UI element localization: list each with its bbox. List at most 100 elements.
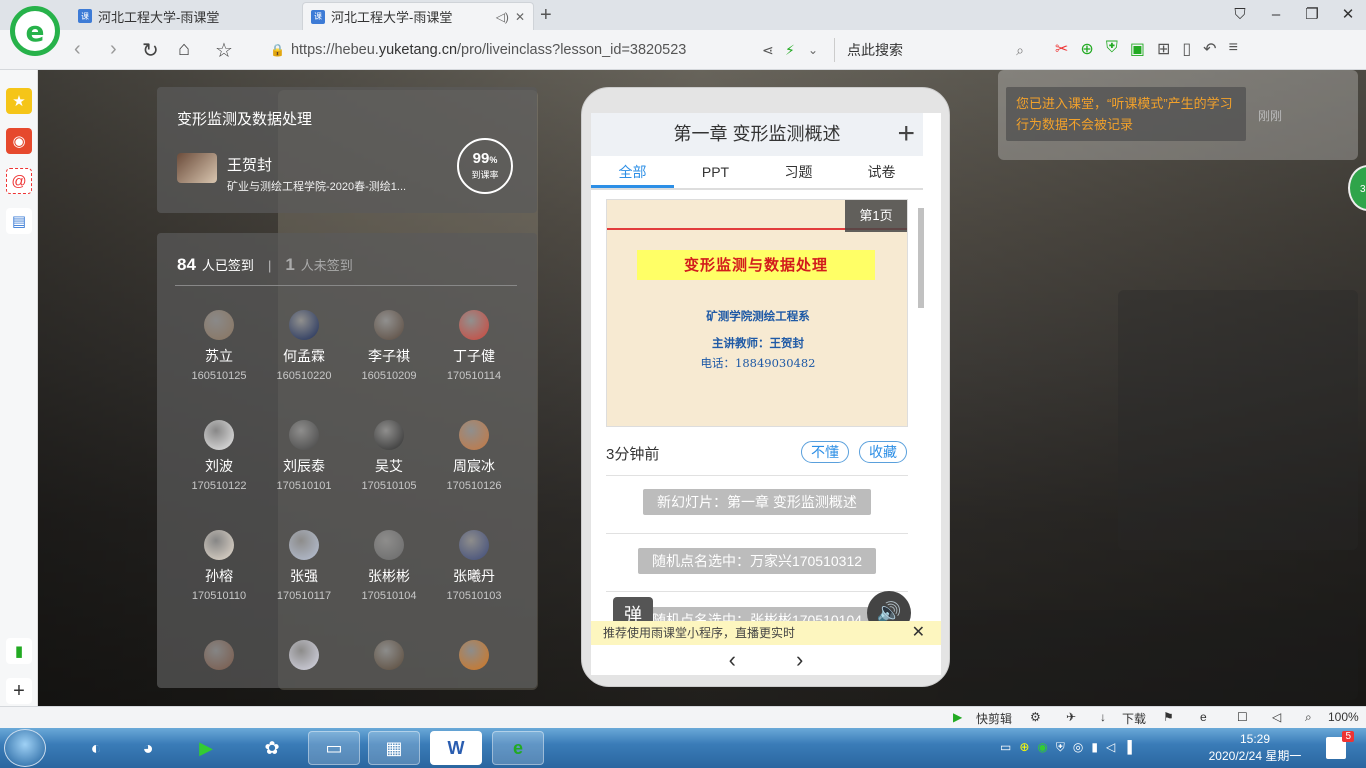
student-avatar <box>289 420 319 450</box>
sound-icon[interactable]: ◁ <box>1272 710 1281 724</box>
taskbar-app-word-icon[interactable]: W <box>430 731 482 765</box>
zoom-icon[interactable]: ⌕ <box>1305 710 1312 725</box>
notification-icon[interactable]: 5 <box>1326 731 1354 759</box>
student-id: 170510101 <box>276 480 332 492</box>
ie-icon[interactable]: e <box>1200 710 1207 724</box>
tab-exercise[interactable]: 习题 <box>757 156 840 188</box>
download-icon[interactable]: ↓ <box>1100 710 1106 724</box>
unsigned-count[interactable]: 1 <box>285 255 294 275</box>
tab-2[interactable]: 课 河北工程大学-雨课堂 ◁) ✕ <box>302 2 534 30</box>
student-item: 丁子健 170510114 <box>434 310 514 382</box>
collect-button[interactable]: 收藏 <box>859 441 907 463</box>
next-button[interactable]: › <box>796 645 803 675</box>
browser-logo[interactable]: e <box>10 6 60 56</box>
student-name: 刘辰泰 <box>283 458 325 474</box>
scrollbar-thumb[interactable] <box>918 208 924 308</box>
favorites-icon[interactable]: ★ <box>6 88 32 114</box>
restore-button[interactable]: ❐ <box>1294 0 1330 30</box>
taskbar-app-browser-icon[interactable]: ◕ <box>122 731 174 765</box>
shirt-icon[interactable]: ⛉ <box>1222 0 1258 30</box>
minimize-button[interactable]: – <box>1258 0 1294 30</box>
gamepad-icon[interactable]: ▣ <box>1130 39 1145 59</box>
unclear-button[interactable]: 不懂 <box>801 441 849 463</box>
email-icon[interactable]: @ <box>6 168 32 194</box>
capture-label[interactable]: 快剪辑 <box>976 710 1012 727</box>
battery-icon[interactable]: ▮ <box>1091 740 1098 755</box>
search-input[interactable]: 点此搜索 ⌕ <box>834 38 1034 62</box>
taskbar-app-explorer-icon[interactable]: ▭ <box>308 731 360 765</box>
star-icon[interactable]: ☆ <box>215 38 233 63</box>
flag-icon[interactable]: ⚑ <box>1163 710 1174 724</box>
mute-icon[interactable]: ◁) <box>496 10 509 24</box>
url-path: /pro/liveinclass?lesson_id=3820523 <box>457 42 687 58</box>
weibo-icon[interactable]: ◉ <box>6 128 32 154</box>
student-name: 何孟霖 <box>283 348 325 364</box>
url-domain: yuketang.cn <box>378 42 458 58</box>
slide-thumbnail[interactable]: 第1页 变形监测与数据处理 矿测学院测绘工程系 主讲教师：王贺封 电话：1884… <box>606 199 908 427</box>
forward-icon[interactable]: › <box>110 38 117 61</box>
keyboard-icon[interactable]: ▭ <box>1000 740 1011 755</box>
window-icon[interactable]: ☐ <box>1237 710 1248 724</box>
unsigned-label[interactable]: 人未签到 <box>301 255 353 274</box>
shield-icon[interactable]: ⛨ <box>1106 39 1118 59</box>
volume-icon[interactable]: ◁ <box>1106 740 1115 755</box>
student-avatar <box>459 310 489 340</box>
search-icon[interactable]: ⌕ <box>1016 42 1024 59</box>
taskbar-app-baidu-icon[interactable]: ✿ <box>246 731 298 765</box>
tab-1[interactable]: 课 河北工程大学-雨课堂 <box>70 2 302 30</box>
download-label[interactable]: 下载 <box>1122 710 1146 727</box>
pin-icon[interactable]: ✈ <box>1066 710 1076 724</box>
refresh-icon[interactable]: ↻ <box>142 38 159 63</box>
zoom-level[interactable]: 100% <box>1328 710 1359 724</box>
close-icon[interactable]: ✕ <box>912 621 925 645</box>
close-button[interactable]: ✕ <box>1330 0 1366 30</box>
360-icon[interactable]: ◉ <box>1037 740 1047 755</box>
divider <box>606 475 908 476</box>
browser-sidebar: ★ ◉ @ ▤ ▮ + <box>0 70 38 706</box>
student-avatar <box>204 640 234 670</box>
network-icon[interactable]: ◎ <box>1073 740 1083 755</box>
taskbar-app-360browser-icon[interactable]: e <box>492 731 544 765</box>
prev-button[interactable]: ‹ <box>729 645 736 675</box>
signin-header: 84 人已签到 | 1 人未签到 <box>177 255 353 275</box>
add-icon[interactable]: ⊕ <box>1019 740 1029 755</box>
tab-exam[interactable]: 试卷 <box>840 156 923 188</box>
shield-icon[interactable]: ⛨ <box>1056 740 1065 755</box>
tab-ppt[interactable]: PPT <box>674 156 757 188</box>
new-tab-button[interactable]: + <box>540 4 552 27</box>
student-name: 张强 <box>290 568 318 584</box>
tab-all[interactable]: 全部 <box>591 156 674 188</box>
teacher-avatar <box>177 153 217 183</box>
add-icon[interactable]: + <box>6 678 32 704</box>
apps-icon[interactable]: ⊞ <box>1157 39 1170 59</box>
document-icon[interactable]: ▤ <box>6 208 32 234</box>
scissors-icon[interactable]: ✂ <box>1055 39 1068 59</box>
student-name: 丁子健 <box>453 348 495 364</box>
signal-icon[interactable]: ▐ <box>1123 740 1132 755</box>
lightning-icon[interactable]: ⚡ <box>785 42 795 59</box>
back-icon[interactable]: ‹ <box>74 38 81 61</box>
start-button[interactable] <box>4 729 46 767</box>
student-avatar <box>374 420 404 450</box>
settings-icon[interactable]: ⚙ <box>1030 710 1041 724</box>
student-avatar <box>289 530 319 560</box>
clock[interactable]: 15:29 2020/2/24 星期一 <box>1200 731 1310 765</box>
clipboard-icon[interactable]: ▮ <box>6 638 32 664</box>
event-item: 新幻灯片：第一章 变形监测概述 <box>591 489 923 515</box>
side-badge[interactable]: 37 <box>1348 165 1366 211</box>
address-bar[interactable]: 🔒 https://hebeu. yuketang.cn/pro/liveincl… <box>270 39 750 61</box>
play-icon[interactable]: ▶ <box>953 710 962 724</box>
undo-icon[interactable]: ↶ <box>1203 39 1216 59</box>
home-icon[interactable]: ⌂ <box>178 38 190 61</box>
taskbar-app-office-icon[interactable]: ▦ <box>368 731 420 765</box>
phone-icon[interactable]: ▯ <box>1182 39 1191 59</box>
taskbar-app-player-icon[interactable]: ▶ <box>180 731 232 765</box>
share-icon[interactable]: ⋖ <box>762 42 774 59</box>
menu-icon[interactable]: ≡ <box>1229 39 1238 59</box>
student-name: 刘波 <box>205 458 233 474</box>
taskbar-app-360-icon[interactable]: ◐ <box>70 731 122 765</box>
chevron-down-icon[interactable]: ⌄ <box>808 43 818 57</box>
translate-icon[interactable]: ⊕ <box>1080 39 1093 59</box>
add-button[interactable]: + <box>897 117 915 151</box>
tab-close-icon[interactable]: ✕ <box>515 10 525 24</box>
